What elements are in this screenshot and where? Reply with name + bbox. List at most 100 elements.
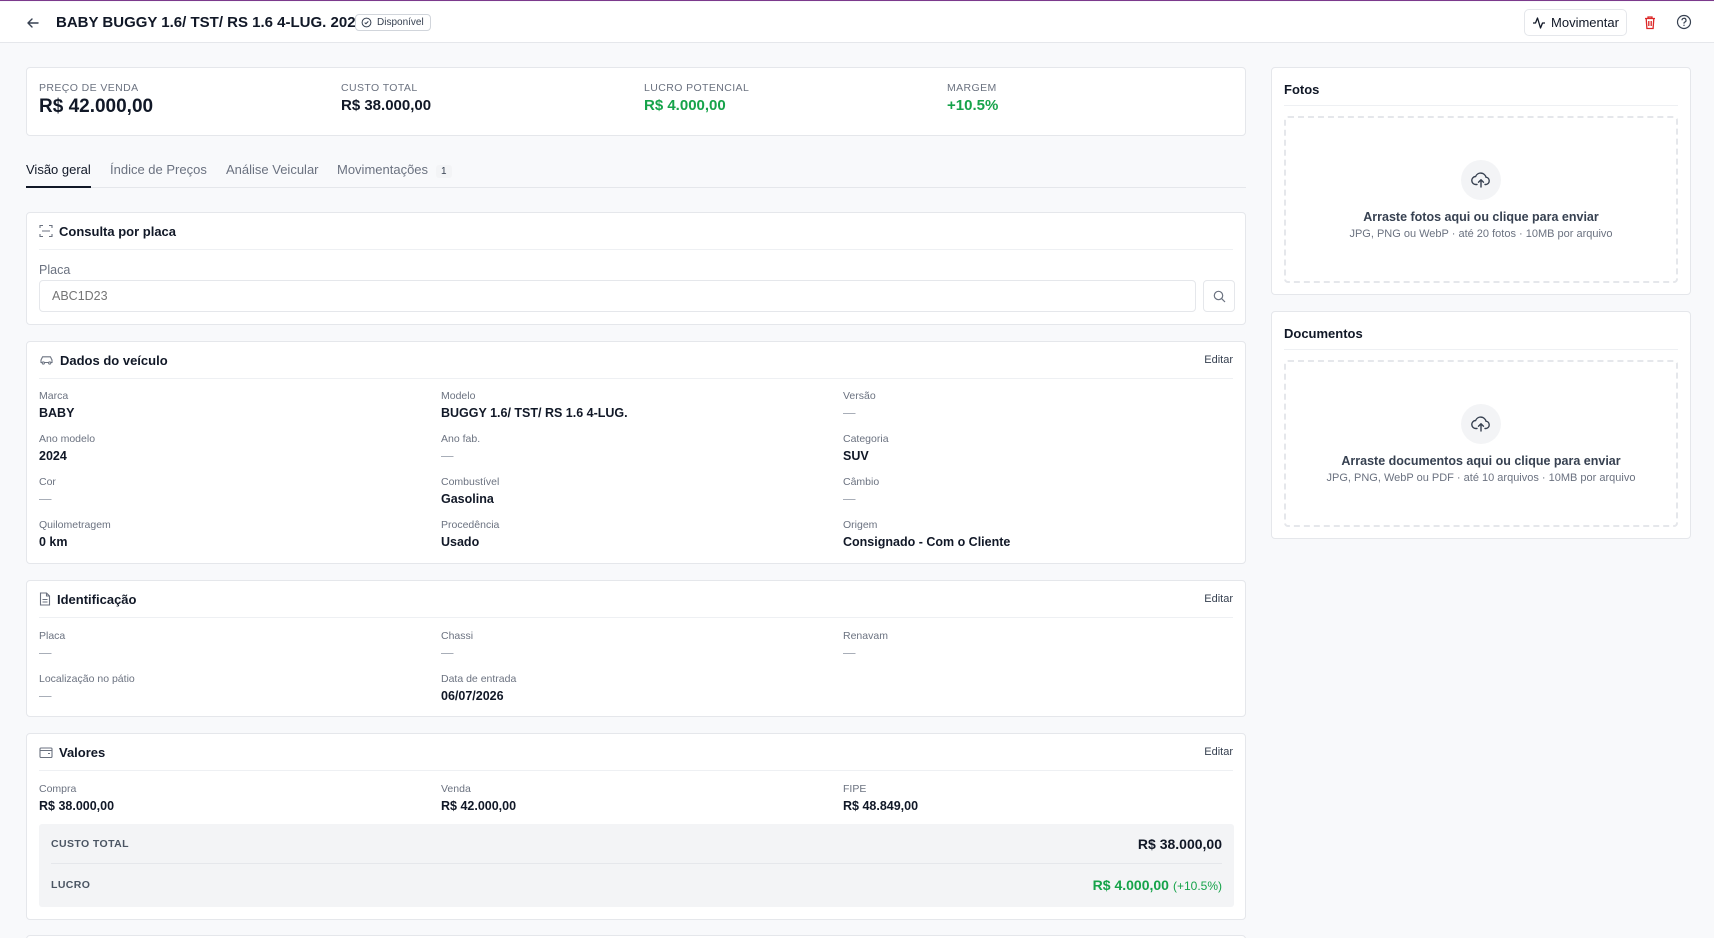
field-value: — — [39, 492, 52, 506]
vehicle-data-header: Dados do veículo Editar — [39, 342, 1233, 379]
photos-dropzone[interactable]: Arraste fotos aqui ou clique para enviar… — [1284, 116, 1678, 283]
field-label: Câmbio — [843, 476, 880, 488]
totals-cost-label: CUSTO TOTAL — [51, 837, 129, 850]
sale-price-label: PREÇO DE VENDA — [39, 82, 139, 94]
field-label: Origem — [843, 519, 878, 531]
move-button-label: Movimentar — [1551, 15, 1619, 30]
field-value: 06/07/2026 — [441, 689, 504, 703]
identification-header: Identificação Editar — [39, 581, 1233, 618]
field-label: Ano fab. — [441, 433, 481, 445]
field-label: Data de entrada — [441, 673, 517, 685]
back-arrow-icon[interactable] — [22, 12, 44, 34]
cloud-upload-icon — [1461, 160, 1501, 200]
divider — [1284, 349, 1678, 350]
margin-value: +10.5% — [947, 97, 999, 114]
sale-price-metric: PREÇO DE VENDA R$ 42.000,00 — [39, 82, 153, 118]
search-icon[interactable] — [1203, 280, 1235, 312]
field-label: Quilometragem — [39, 519, 111, 531]
field-entry-date: Data de entrada 06/07/2026 — [441, 673, 516, 703]
margin-metric: MARGEM +10.5% — [947, 82, 998, 114]
margin-label: MARGEM — [947, 82, 997, 94]
values-edit-link[interactable]: Editar — [1204, 746, 1233, 758]
totals-profit-label: LUCRO — [51, 879, 91, 891]
vehicle-data-card: Dados do veículo Editar Marca BABY Modelo… — [26, 341, 1246, 564]
tab-overview[interactable]: Visão geral — [26, 162, 91, 188]
check-circle-icon — [361, 17, 372, 28]
placa-input[interactable] — [39, 280, 1196, 312]
field-renavam: Renavam — — [843, 630, 888, 660]
status-text: Disponível — [377, 17, 424, 28]
field-fipe: FIPE R$ 48.849,00 — [843, 783, 918, 813]
field-brand: Marca BABY — [39, 390, 74, 420]
field-model-year: Ano modelo 2024 — [39, 433, 95, 463]
tab-price-index[interactable]: Índice de Preços — [110, 162, 207, 188]
placa-lookup-title: Consulta por placa — [59, 223, 177, 239]
field-value: — — [441, 646, 454, 660]
documents-card: Documentos Arraste documentos aqui ou cl… — [1271, 311, 1691, 539]
field-label: Renavam — [843, 630, 888, 642]
total-cost-label: CUSTO TOTAL — [341, 82, 418, 94]
field-label: Compra — [39, 783, 77, 795]
move-button[interactable]: Movimentar — [1524, 9, 1627, 36]
tab-movements[interactable]: Movimentações 1 — [337, 162, 452, 188]
placa-lookup-header: Consulta por placa — [39, 213, 1233, 250]
profit-label: LUCRO POTENCIAL — [644, 82, 750, 94]
photos-card: Fotos Arraste fotos aqui ou clique para … — [1271, 67, 1691, 295]
field-value: SUV — [843, 449, 869, 463]
summary-card: PREÇO DE VENDA R$ 42.000,00 CUSTO TOTAL … — [26, 67, 1246, 136]
help-icon[interactable] — [1674, 12, 1694, 32]
identification-title: Identificação — [57, 591, 137, 607]
values-card: Valores Editar Compra R$ 38.000,00 Venda R… — [26, 733, 1246, 920]
trash-icon[interactable] — [1640, 12, 1660, 32]
scan-icon — [39, 224, 53, 238]
identification-edit-link[interactable]: Editar — [1204, 593, 1233, 605]
totals-cost-value: R$ 38.000,00 — [1137, 835, 1222, 852]
field-version: Versão — — [843, 390, 876, 420]
totals-profit-group: R$ 4.000,00 (+10.5%) — [1093, 877, 1222, 893]
values-header: Valores Editar — [39, 734, 1233, 771]
field-value: Usado — [441, 535, 480, 549]
vehicle-data-title: Dados do veículo — [60, 352, 168, 368]
field-value: — — [441, 449, 454, 463]
photos-title: Fotos — [1284, 82, 1320, 97]
field-fab-year: Ano fab. — — [441, 433, 480, 463]
field-provenance: Procedência Usado — [441, 519, 499, 549]
totals-profit-pct: (+10.5%) — [1172, 879, 1222, 893]
tab-movements-label: Movimentações — [337, 162, 429, 177]
tab-vehicle-analysis[interactable]: Análise Veicular — [226, 162, 319, 188]
field-label: Venda — [441, 783, 471, 795]
totals-profit-row: LUCRO R$ 4.000,00 (+10.5%) — [51, 865, 1222, 905]
divider — [1284, 105, 1678, 106]
top-bar: BABY BUGGY 1.6/ TST/ RS 1.6 4-LUG. 2024 … — [0, 2, 1714, 43]
field-value: 0 km — [39, 535, 68, 549]
page-title: BABY BUGGY 1.6/ TST/ RS 1.6 4-LUG. 2024 — [56, 14, 364, 31]
documents-drop-text: Arraste documentos aqui ou clique para e… — [1341, 454, 1621, 468]
documents-dropzone[interactable]: Arraste documentos aqui ou clique para e… — [1284, 360, 1678, 527]
totals-box: CUSTO TOTAL R$ 38.000,00 LUCRO R$ 4.000,… — [39, 824, 1234, 907]
field-plate: Placa — — [39, 630, 65, 660]
field-origin: Origem Consignado - Com o Cliente — [843, 519, 1010, 549]
field-label: Combustível — [441, 476, 500, 488]
field-fuel: Combustível Gasolina — [441, 476, 499, 506]
document-icon — [39, 592, 51, 606]
field-label: Cor — [39, 476, 56, 488]
field-transmission: Câmbio — — [843, 476, 879, 506]
field-chassis: Chassi — — [441, 630, 473, 660]
field-yard-location: Localização no pátio — — [39, 673, 135, 703]
placa-label: Placa — [39, 263, 71, 277]
field-value: BUGGY 1.6/ TST/ RS 1.6 4-LUG. — [441, 406, 628, 420]
vehicle-edit-link[interactable]: Editar — [1204, 354, 1233, 366]
wallet-icon — [39, 746, 53, 758]
status-badge: Disponível — [355, 14, 431, 31]
field-label: Placa — [39, 630, 66, 642]
field-color: Cor — — [39, 476, 56, 506]
tab-bar: Visão geral Índice de Preços Análise Vei… — [26, 159, 1246, 188]
field-label: Categoria — [843, 433, 889, 445]
field-label: Procedência — [441, 519, 500, 531]
field-label: Modelo — [441, 390, 476, 402]
photos-drop-hint: JPG, PNG ou WebP · até 20 fotos · 10MB p… — [1349, 228, 1613, 240]
field-value: — — [843, 646, 856, 660]
field-value: Gasolina — [441, 492, 494, 506]
field-value: R$ 42.000,00 — [441, 799, 517, 813]
field-value: BABY — [39, 406, 75, 420]
